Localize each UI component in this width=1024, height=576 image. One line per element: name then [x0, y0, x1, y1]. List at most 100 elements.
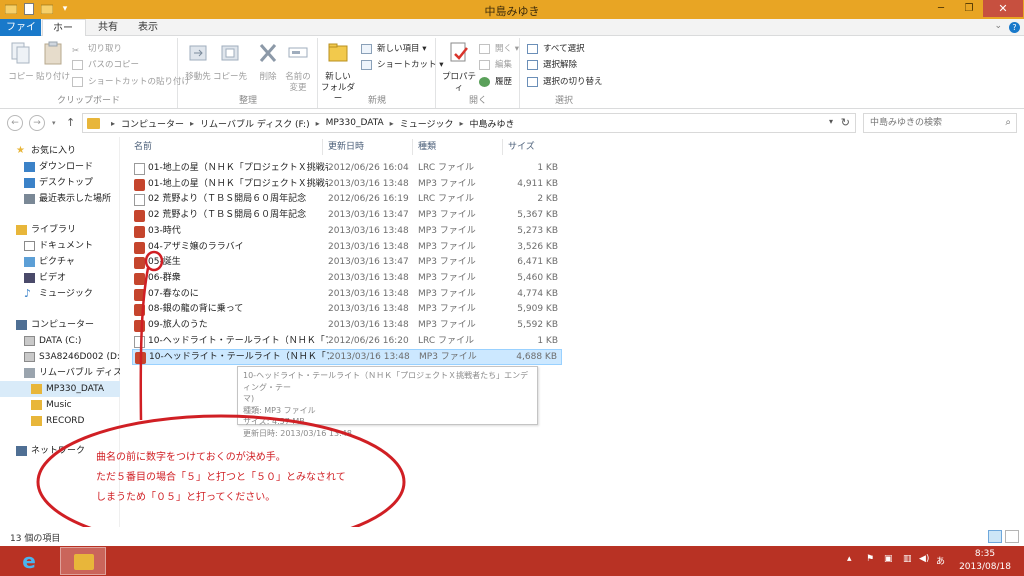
- up-button[interactable]: ↑: [66, 116, 75, 129]
- nav-item-documents[interactable]: ドキュメント: [0, 238, 120, 254]
- usb-icon[interactable]: ▣: [884, 554, 893, 564]
- scissors-icon: ✂: [72, 46, 80, 56]
- large-icons-view-button[interactable]: [1005, 530, 1019, 543]
- table-row[interactable]: 02 荒野より（ＴＢＳ開局６０周年記念 2012/06/26 16:19 LRC フ…: [132, 192, 562, 208]
- table-row[interactable]: 06-群衆 2013/03/16 13:48 MP3 ファイル 5,460 KB: [132, 271, 562, 287]
- back-button[interactable]: ←: [7, 115, 23, 131]
- nav-item-favorites[interactable]: ★ お気に入り: [0, 143, 120, 159]
- nav-item-record[interactable]: RECORD: [0, 413, 120, 429]
- breadcrumb-mp330-data[interactable]: MP330_DATA: [326, 118, 384, 128]
- nav-item-videos[interactable]: ビデオ: [0, 270, 120, 286]
- new-folder-icon: [328, 43, 348, 62]
- delete-button[interactable]: 削除: [251, 40, 285, 83]
- ime-indicator[interactable]: あ: [936, 554, 945, 567]
- help-icon[interactable]: ?: [1009, 22, 1020, 33]
- chevron-right-icon[interactable]: ▸: [190, 119, 194, 128]
- nav-item-removable-disk[interactable]: リムーバブル ディスク (F: [0, 365, 120, 381]
- close-button[interactable]: ✕: [983, 0, 1023, 17]
- nav-item-libraries[interactable]: ライブラリ: [0, 222, 120, 238]
- nav-item-music[interactable]: ♪ ミュージック: [0, 286, 120, 302]
- nav-item-music-folder[interactable]: Music: [0, 397, 120, 413]
- chevron-right-icon[interactable]: ▸: [316, 119, 320, 128]
- shortcut-button[interactable]: ショートカット ▾: [361, 58, 443, 72]
- network-icon[interactable]: ▥: [903, 554, 912, 564]
- chevron-right-icon[interactable]: ▸: [111, 119, 115, 128]
- videos-icon: [24, 273, 35, 283]
- tab-file[interactable]: ファイル: [0, 19, 41, 50]
- table-row[interactable]: 08-銀の龍の背に乗って 2013/03/16 13:48 MP3 ファイル 5,90…: [132, 302, 562, 318]
- cut-button[interactable]: ✂ 切り取り: [72, 42, 122, 56]
- tab-home[interactable]: ホーム: [42, 19, 86, 51]
- collapse-ribbon-icon[interactable]: ⌄: [994, 21, 1002, 31]
- nav-item-mp330-data[interactable]: MP330_DATA: [0, 381, 120, 397]
- tab-view[interactable]: 表示: [128, 19, 168, 36]
- chevron-right-icon[interactable]: ▸: [390, 119, 394, 128]
- search-icon[interactable]: ⌕: [1005, 117, 1011, 128]
- open-button[interactable]: 開く ▾: [479, 42, 519, 56]
- move-to-button[interactable]: 移動先: [181, 40, 215, 83]
- recent-locations-icon[interactable]: ▾: [52, 119, 56, 127]
- column-divider[interactable]: [412, 139, 413, 155]
- nav-item-s3a-d[interactable]: S3A8246D002 (D:): [0, 349, 120, 365]
- table-row[interactable]: 05-誕生 2013/03/16 13:47 MP3 ファイル 6,471 KB: [132, 255, 562, 271]
- nav-item-pictures[interactable]: ピクチャ: [0, 254, 120, 270]
- maximize-button[interactable]: ❐: [956, 0, 982, 17]
- chevron-right-icon[interactable]: ▸: [460, 119, 464, 128]
- column-header-type[interactable]: 種類: [418, 139, 436, 155]
- table-row[interactable]: 03-時代 2013/03/16 13:48 MP3 ファイル 5,273 KB: [132, 224, 562, 240]
- details-view-button[interactable]: [988, 530, 1002, 543]
- file-size: 4,911 KB: [517, 178, 558, 189]
- table-row[interactable]: 10-ヘッドライト・テールライト（ＮＨＫ「プロジェクトＸ2013/03/16 1…: [132, 349, 562, 366]
- history-button[interactable]: 履歴: [479, 75, 512, 89]
- invert-selection-button[interactable]: 選択の切り替え: [527, 75, 603, 89]
- forward-button[interactable]: →: [29, 115, 45, 131]
- column-divider[interactable]: [502, 139, 503, 155]
- table-row[interactable]: 09-旅人のうた 2013/03/16 13:48 MP3 ファイル 5,592 KB: [132, 318, 562, 334]
- file-explorer-taskbar-button[interactable]: [60, 547, 106, 575]
- column-header-size[interactable]: サイズ: [508, 139, 535, 155]
- column-header-name[interactable]: 名前: [134, 139, 152, 155]
- table-row[interactable]: 04-アザミ嬢のララバイ 2013/03/16 13:48 MP3 ファイル 3,52…: [132, 240, 562, 256]
- tab-share[interactable]: 共有: [88, 19, 128, 36]
- table-row[interactable]: 02 荒野より（ＴＢＳ開局６０周年記念 2013/03/16 13:47 MP3 フ…: [132, 208, 562, 224]
- table-row[interactable]: 07-春なのに 2013/03/16 13:48 MP3 ファイル 4,774 KB: [132, 287, 562, 303]
- table-row[interactable]: 10-ヘッドライト・テールライト（ＮＨＫ「プロジェクトＸ2012/06/26 1…: [132, 334, 562, 350]
- column-divider[interactable]: [322, 139, 323, 155]
- select-all-button[interactable]: すべて選択: [527, 42, 585, 56]
- copy-to-button[interactable]: コピー先: [213, 40, 247, 83]
- copy-button[interactable]: コピー: [4, 40, 38, 83]
- breadcrumb-removable-disk[interactable]: リムーバブル ディスク (F:): [200, 117, 310, 130]
- file-name: 07-春なのに: [148, 288, 199, 299]
- new-item-button[interactable]: 新しい項目 ▾: [361, 42, 426, 56]
- properties-button[interactable]: プロパティ: [439, 40, 479, 94]
- rename-button[interactable]: 名前の 変更: [281, 40, 315, 94]
- nav-item-data-c[interactable]: DATA (C:): [0, 333, 120, 349]
- address-bar[interactable]: ▸ コンピューター ▸ リムーバブル ディスク (F:) ▸ MP330_DAT…: [82, 113, 856, 133]
- refresh-icon[interactable]: ↻: [841, 116, 850, 129]
- nav-item-desktop[interactable]: デスクトップ: [0, 175, 120, 191]
- copy-path-button[interactable]: パスのコピー: [72, 58, 139, 72]
- breadcrumb-music[interactable]: ミュージック: [400, 117, 454, 130]
- volume-icon[interactable]: ◀): [919, 554, 929, 564]
- search-input[interactable]: [864, 114, 994, 132]
- address-dropdown-icon[interactable]: ▾: [829, 117, 833, 126]
- edit-button[interactable]: 編集: [479, 58, 512, 72]
- internet-explorer-icon[interactable]: e: [16, 549, 42, 573]
- flag-icon[interactable]: ⚑: [866, 554, 874, 564]
- minimize-button[interactable]: ─: [927, 0, 955, 17]
- nav-item-recent[interactable]: 最近表示した場所: [0, 191, 120, 207]
- nav-item-downloads[interactable]: ダウンロード: [0, 159, 120, 175]
- breadcrumb-nakajima[interactable]: 中島みゆき: [470, 117, 515, 130]
- paste-button[interactable]: 貼り付け: [36, 40, 70, 83]
- nav-item-computer[interactable]: コンピューター: [0, 317, 120, 333]
- tray-overflow-icon[interactable]: ▴: [847, 554, 852, 564]
- breadcrumb-computer[interactable]: コンピューター: [121, 117, 184, 130]
- table-row[interactable]: 01-地上の星（ＮＨＫ「プロジェクトＸ挑戦者たち」2013/03/16 13:4…: [132, 177, 562, 193]
- search-box[interactable]: ⌕: [863, 113, 1017, 133]
- select-none-button[interactable]: 選択解除: [527, 58, 577, 72]
- column-header-date[interactable]: 更新日時: [328, 139, 364, 155]
- paste-shortcut-button[interactable]: ショートカットの貼り付け: [72, 75, 190, 89]
- system-clock[interactable]: 8:35 2013/08/18: [952, 548, 1018, 574]
- table-row[interactable]: 01-地上の星（ＮＨＫ「プロジェクトＸ挑戦者たち」2012/06/26 16:0…: [132, 161, 562, 177]
- new-group: 新しい フォルダー 新しい項目 ▾ ショートカット ▾ 新規: [319, 38, 443, 108]
